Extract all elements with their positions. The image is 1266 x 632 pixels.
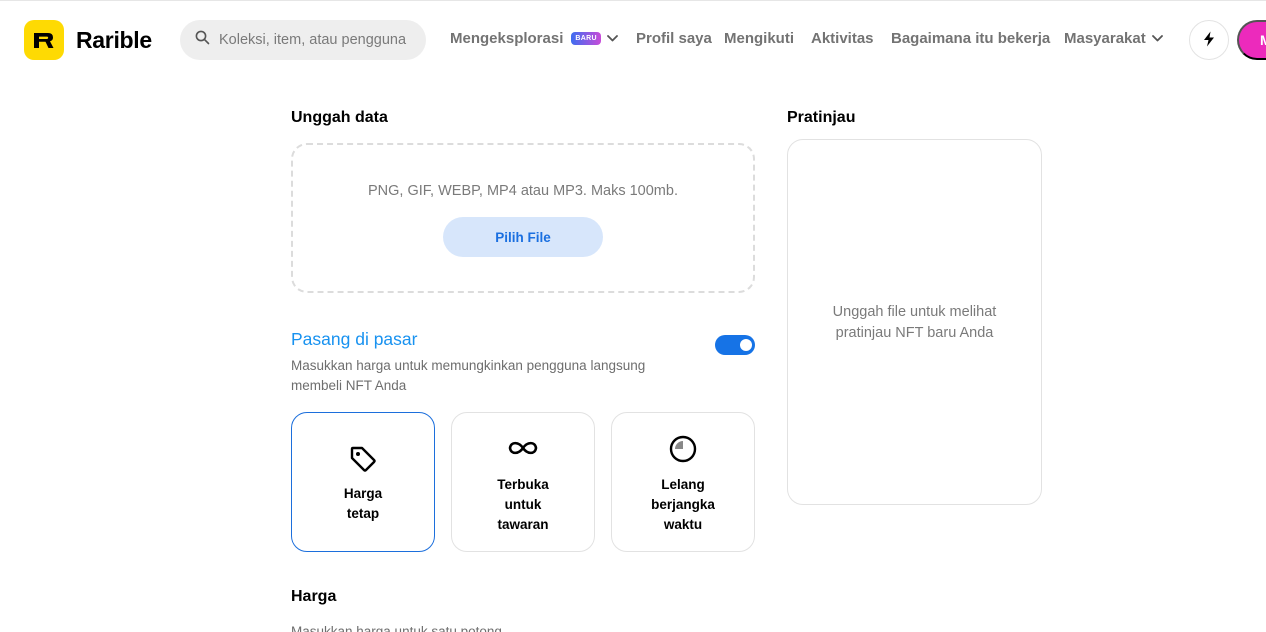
tag-icon [292, 445, 434, 473]
nav-following[interactable]: Mengikuti [724, 30, 794, 47]
rarible-logo-link[interactable]: Rarible [24, 20, 152, 60]
activity-button[interactable] [1189, 20, 1229, 60]
price-title: Harga [291, 588, 337, 605]
nav-my-profile[interactable]: Profil saya [636, 30, 712, 47]
option-label: Harga tetap [343, 486, 383, 521]
upload-hint: PNG, GIF, WEBP, MP4 atau MP3. Maks 100mb… [368, 183, 678, 199]
option-timed-auction[interactable]: Lelang berjangka waktu [611, 412, 755, 552]
toggle-knob [740, 339, 752, 351]
option-label: Terbuka untuk tawaran [497, 477, 549, 532]
nav-community-label: Masyarakat [1064, 30, 1146, 47]
nft-preview-card: Unggah file untuk melihat pratinjau NFT … [787, 139, 1042, 505]
search-input[interactable] [219, 32, 409, 48]
logo-text: Rarible [76, 26, 152, 53]
option-label: Lelang berjangka waktu [651, 477, 715, 532]
nav-explore[interactable]: Mengeksplorasi BARU [450, 30, 618, 47]
upload-dropzone[interactable]: PNG, GIF, WEBP, MP4 atau MP3. Maks 100mb… [291, 143, 755, 293]
chevron-down-icon [1151, 35, 1163, 42]
preview-title: Pratinjau [787, 109, 856, 126]
timer-icon [612, 435, 754, 463]
top-navigation: Rarible Mengeksplorasi BARU Profil saya … [0, 0, 1266, 80]
search-icon [195, 30, 210, 50]
nav-how-it-works[interactable]: Bagaimana itu bekerja [891, 30, 1050, 47]
option-open-for-bids[interactable]: Terbuka untuk tawaran [451, 412, 595, 552]
chevron-down-icon [606, 35, 618, 42]
preview-placeholder: Unggah file untuk melihat pratinjau NFT … [832, 304, 997, 341]
nav-activity[interactable]: Aktivitas [811, 30, 874, 47]
new-badge: BARU [571, 32, 601, 45]
price-subtitle: Masukkan harga untuk satu potong [291, 624, 502, 632]
option-fixed-price[interactable]: Harga tetap [291, 412, 435, 552]
marketplace-title: Pasang di pasar [291, 329, 418, 349]
nav-explore-label: Mengeksplorasi [450, 30, 564, 47]
account-button[interactable]: M [1237, 20, 1266, 60]
choose-file-button[interactable]: Pilih File [443, 217, 603, 257]
nav-community[interactable]: Masyarakat [1064, 30, 1163, 47]
upload-title: Unggah data [291, 109, 388, 126]
rarible-logo-icon [24, 20, 64, 60]
search-bar[interactable] [180, 20, 426, 60]
marketplace-description: Masukkan harga untuk memungkinkan penggu… [291, 358, 646, 393]
infinity-icon [452, 439, 594, 457]
lightning-icon [1203, 31, 1215, 50]
marketplace-toggle[interactable] [715, 335, 755, 355]
